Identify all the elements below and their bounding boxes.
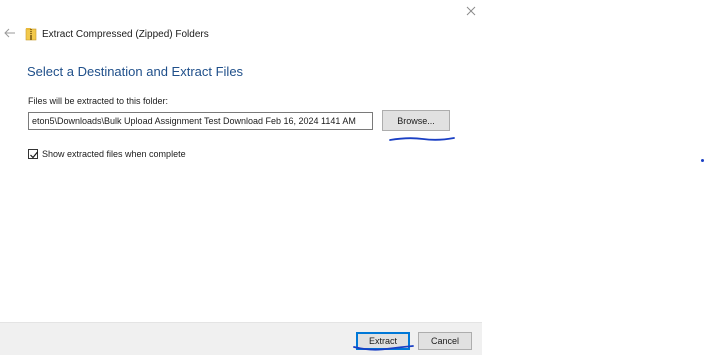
browse-button[interactable]: Browse... xyxy=(382,110,450,131)
destination-label: Files will be extracted to this folder: xyxy=(28,96,169,106)
back-arrow-icon[interactable] xyxy=(2,25,18,41)
checkmark-icon xyxy=(30,151,38,159)
destination-path-input[interactable]: eton5\Downloads\Bulk Upload Assignment T… xyxy=(28,112,373,130)
zip-folder-icon xyxy=(25,27,37,41)
annotation-dot xyxy=(701,159,704,162)
cancel-button[interactable]: Cancel xyxy=(418,332,472,350)
show-files-label: Show extracted files when complete xyxy=(42,149,186,159)
wizard-title: Extract Compressed (Zipped) Folders xyxy=(25,25,209,43)
close-icon[interactable] xyxy=(462,2,480,20)
show-files-option[interactable]: Show extracted files when complete xyxy=(28,149,186,159)
dialog-footer: Extract Cancel xyxy=(0,322,482,355)
page-heading: Select a Destination and Extract Files xyxy=(27,64,244,79)
extract-dialog: Extract Compressed (Zipped) Folders Sele… xyxy=(0,0,482,355)
show-files-checkbox[interactable] xyxy=(28,149,38,159)
extract-button[interactable]: Extract xyxy=(356,332,410,350)
wizard-title-text: Extract Compressed (Zipped) Folders xyxy=(42,28,209,40)
screen: Extract Compressed (Zipped) Folders Sele… xyxy=(0,0,705,355)
